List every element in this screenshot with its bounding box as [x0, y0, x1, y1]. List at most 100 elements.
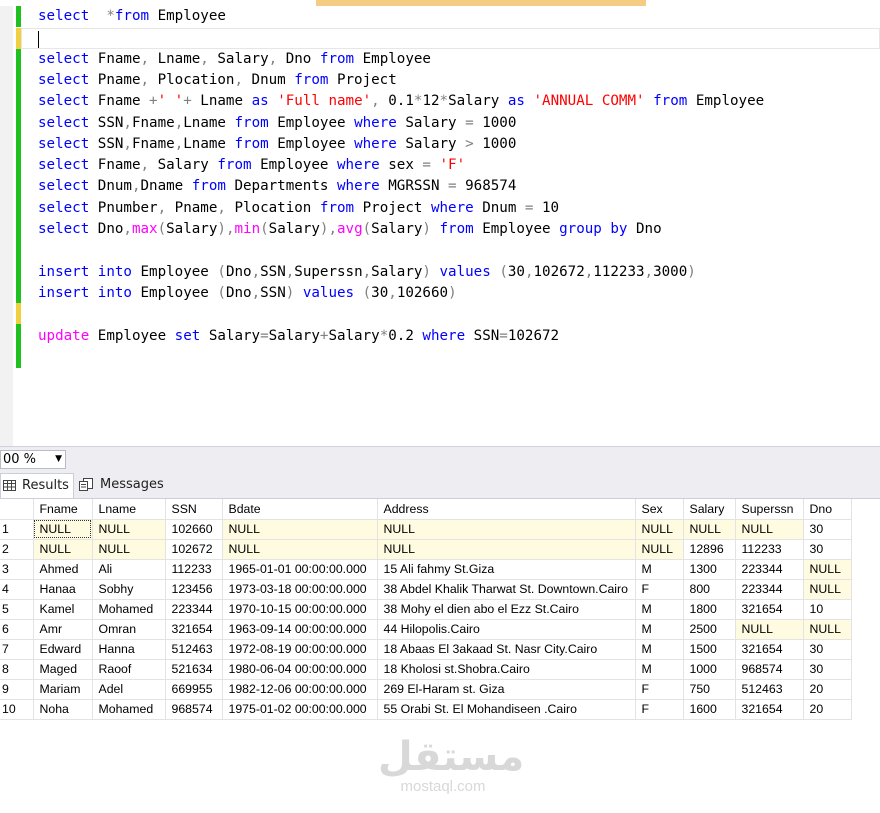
table-row[interactable]: 5 Kamel Mohamed 223344 1970-10-15 00:00:00.0… — [0, 599, 852, 620]
table-row[interactable]: 9 Mariam Adel 669955 1982-12-06 00:00:00.000… — [0, 679, 852, 700]
row-number[interactable]: 1 — [0, 519, 34, 540]
grid-cell[interactable]: 512463 — [735, 679, 804, 700]
grid-cell[interactable]: 968574 — [165, 699, 223, 720]
grid-cell[interactable]: Mohamed — [92, 699, 166, 720]
table-row[interactable]: 6 Amr Omran 321654 1963-09-14 00:00:00.000 44… — [0, 619, 852, 640]
grid-cell[interactable]: F — [635, 579, 684, 600]
grid-cell[interactable]: 15 Ali fahmy St.Giza — [377, 559, 636, 580]
code-line[interactable]: select SSN,Fname,Lname from Employee whe… — [38, 134, 516, 155]
grid-cell[interactable]: Mariam — [33, 679, 93, 700]
grid-cell[interactable]: 38 Mohy el dien abo el Ezz St.Cairo — [377, 599, 636, 620]
column-header[interactable]: Address — [377, 499, 636, 520]
grid-cell[interactable]: 223344 — [165, 599, 223, 620]
grid-cell[interactable]: 18 Kholosi st.Shobra.Cairo — [377, 659, 636, 680]
column-header[interactable]: Bdate — [222, 499, 378, 520]
code-line[interactable]: insert into Employee (Dno,SSN,Superssn,S… — [38, 262, 696, 283]
grid-cell[interactable]: M — [635, 639, 684, 660]
grid-cell[interactable]: NULL — [92, 539, 166, 560]
row-number[interactable]: 4 — [0, 579, 34, 600]
column-header[interactable]: Sex — [635, 499, 684, 520]
row-number[interactable]: 10 — [0, 699, 34, 720]
table-row[interactable]: 2 NULL NULL 102672 NULL NULL NULL 12896 112233 30 — [0, 539, 852, 560]
grid-cell[interactable]: NULL — [377, 539, 636, 560]
code-line[interactable]: select Pname, Plocation, Dnum from Proje… — [38, 70, 397, 91]
grid-cell[interactable]: NULL — [803, 619, 852, 640]
code-line[interactable]: select Dno,max(Salary),min(Salary),avg(S… — [38, 219, 662, 240]
grid-cell[interactable]: F — [635, 699, 684, 720]
code-line[interactable]: select Fname +' '+ Lname as 'Full name',… — [38, 91, 764, 112]
grid-cell[interactable]: 30 — [803, 519, 852, 540]
grid-corner-cell[interactable] — [0, 499, 34, 520]
code-line[interactable]: select Fname, Lname, Salary, Dno from Em… — [38, 49, 431, 70]
grid-cell[interactable]: 1980-06-04 00:00:00.000 — [222, 659, 378, 680]
grid-cell[interactable]: 30 — [803, 639, 852, 660]
grid-cell[interactable]: 968574 — [735, 659, 804, 680]
grid-cell[interactable]: 223344 — [735, 559, 804, 580]
grid-cell[interactable]: NULL — [33, 519, 93, 540]
grid-cell[interactable]: Hanaa — [33, 579, 93, 600]
grid-cell[interactable]: Amr — [33, 619, 93, 640]
grid-cell[interactable]: Noha — [33, 699, 93, 720]
grid-cell[interactable]: NULL — [635, 519, 684, 540]
grid-cell[interactable]: 1300 — [683, 559, 736, 580]
grid-cell[interactable]: NULL — [222, 539, 378, 560]
table-row[interactable]: 3 Ahmed Ali 112233 1965-01-01 00:00:00.000 15… — [0, 559, 852, 580]
table-row[interactable]: 1 NULL NULL 102660 NULL NULL NULL NULL NULL 30 — [0, 519, 852, 540]
code-line[interactable]: select SSN,Fname,Lname from Employee whe… — [38, 113, 516, 134]
code-line[interactable]: select Pnumber, Pname, Plocation from Pr… — [38, 198, 559, 219]
column-header[interactable]: Dno — [803, 499, 852, 520]
grid-cell[interactable]: NULL — [803, 559, 852, 580]
grid-cell[interactable]: 1973-03-18 00:00:00.000 — [222, 579, 378, 600]
table-row[interactable]: 7 Edward Hanna 512463 1972-08-19 00:00:00.00… — [0, 639, 852, 660]
grid-cell[interactable]: NULL — [33, 539, 93, 560]
tab-messages[interactable]: Messages — [76, 473, 168, 498]
grid-cell[interactable]: M — [635, 659, 684, 680]
grid-cell[interactable]: 18 Abaas El 3akaad St. Nasr City.Cairo — [377, 639, 636, 660]
row-number[interactable]: 2 — [0, 539, 34, 560]
grid-cell[interactable]: 112233 — [735, 539, 804, 560]
code-line[interactable]: select Fname, Salary from Employee where… — [38, 155, 465, 176]
column-header[interactable]: Lname — [92, 499, 166, 520]
grid-cell[interactable]: Kamel — [33, 599, 93, 620]
grid-cell[interactable]: 512463 — [165, 639, 223, 660]
grid-cell[interactable]: NULL — [222, 519, 378, 540]
column-header[interactable]: Salary — [683, 499, 736, 520]
grid-cell[interactable]: 12896 — [683, 539, 736, 560]
grid-cell[interactable]: 30 — [803, 659, 852, 680]
grid-cell[interactable]: 38 Abdel Khalik Tharwat St. Downtown.Cai… — [377, 579, 636, 600]
row-number[interactable]: 5 — [0, 599, 34, 620]
grid-cell[interactable]: 112233 — [165, 559, 223, 580]
grid-cell[interactable]: 1970-10-15 00:00:00.000 — [222, 599, 378, 620]
grid-cell[interactable]: 800 — [683, 579, 736, 600]
grid-cell[interactable]: Sobhy — [92, 579, 166, 600]
grid-cell[interactable]: NULL — [635, 539, 684, 560]
row-number[interactable]: 7 — [0, 639, 34, 660]
grid-cell[interactable]: 1972-08-19 00:00:00.000 — [222, 639, 378, 660]
column-header[interactable]: Superssn — [735, 499, 804, 520]
grid-cell[interactable]: 223344 — [735, 579, 804, 600]
grid-cell[interactable]: 1975-01-02 00:00:00.000 — [222, 699, 378, 720]
grid-cell[interactable]: 1600 — [683, 699, 736, 720]
grid-cell[interactable]: 123456 — [165, 579, 223, 600]
grid-cell[interactable]: Hanna — [92, 639, 166, 660]
grid-cell[interactable]: 1000 — [683, 659, 736, 680]
grid-cell[interactable]: 1963-09-14 00:00:00.000 — [222, 619, 378, 640]
grid-cell[interactable]: NULL — [803, 579, 852, 600]
column-header[interactable]: SSN — [165, 499, 223, 520]
grid-cell[interactable]: NULL — [377, 519, 636, 540]
grid-cell[interactable]: F — [635, 679, 684, 700]
grid-cell[interactable]: 1965-01-01 00:00:00.000 — [222, 559, 378, 580]
grid-cell[interactable]: 1500 — [683, 639, 736, 660]
grid-cell[interactable]: 321654 — [165, 619, 223, 640]
grid-cell[interactable]: 20 — [803, 699, 852, 720]
grid-cell[interactable]: 521634 — [165, 659, 223, 680]
code-line[interactable]: select *from Employee — [38, 6, 226, 27]
grid-cell[interactable]: 321654 — [735, 639, 804, 660]
grid-cell[interactable]: 20 — [803, 679, 852, 700]
grid-cell[interactable]: 44 Hilopolis.Cairo — [377, 619, 636, 640]
grid-cell[interactable]: Mohamed — [92, 599, 166, 620]
query-editor[interactable]: select *from Employee select Fname, Lname… — [0, 6, 880, 446]
grid-cell[interactable]: 750 — [683, 679, 736, 700]
grid-cell[interactable]: Edward — [33, 639, 93, 660]
code-line[interactable]: insert into Employee (Dno,SSN) values (3… — [38, 283, 457, 304]
